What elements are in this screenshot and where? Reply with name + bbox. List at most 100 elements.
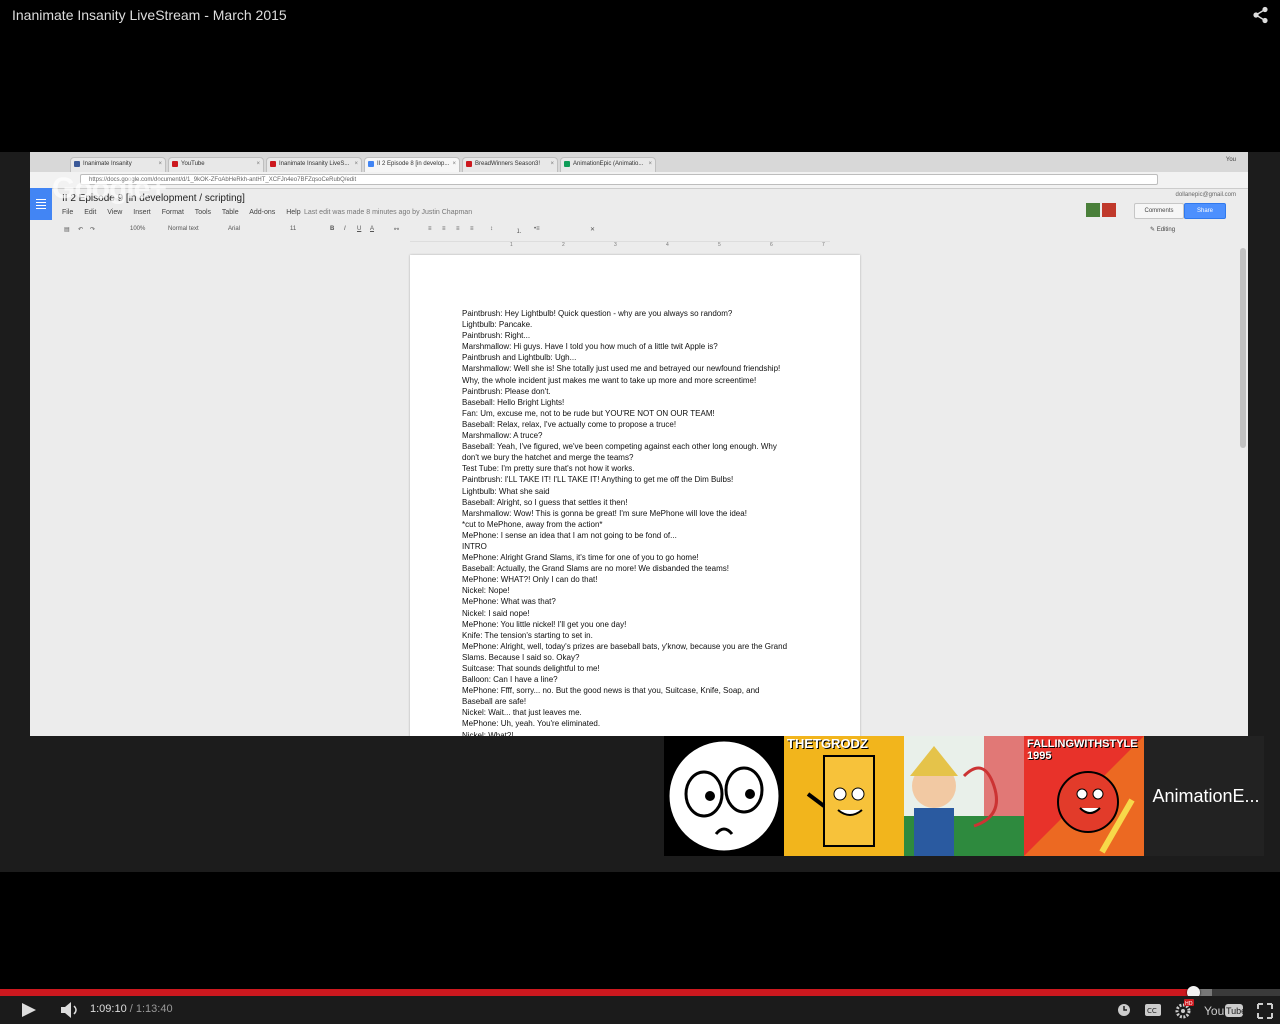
document-line[interactable]: Baseball: Hello Bright Lights! — [462, 397, 822, 408]
scrollbar[interactable] — [1240, 248, 1246, 448]
document-line[interactable]: Slams. Because I said so. Okay? — [462, 652, 822, 663]
document-line[interactable]: Paintbrush: Please don't. — [462, 386, 822, 397]
document-line[interactable]: MePhone: WHAT?! Only I can do that! — [462, 574, 822, 585]
watch-later-icon[interactable] — [1116, 996, 1132, 1024]
document-line[interactable]: Balloon: Can I have a line? — [462, 674, 822, 685]
document-line[interactable]: MePhone: Uh, yeah. You're eliminated. — [462, 718, 822, 729]
document-line[interactable]: Marshmallow: Hi guys. Have I told you ho… — [462, 341, 822, 352]
browser-tab[interactable]: AnimationEpic (Animatio... × — [560, 157, 656, 172]
document-line[interactable]: Lightbulb: Pancake. — [462, 319, 822, 330]
document-line[interactable]: Nickel: Wait... that just leaves me. — [462, 707, 822, 718]
account-email[interactable]: dollanepic@gmail.com — [1176, 192, 1236, 198]
ruler[interactable]: 1 2 3 4 5 6 7 — [410, 241, 830, 249]
share-icon[interactable] — [1252, 6, 1270, 24]
youtube-logo-icon[interactable]: You Tube — [1204, 996, 1244, 1024]
font-size-select[interactable]: 11 — [290, 226, 296, 232]
document-line[interactable]: Paintbrush: I'LL TAKE IT! I'LL TAKE IT! … — [462, 474, 822, 485]
align-center-icon[interactable]: ≡ — [442, 226, 446, 232]
browser-tab[interactable]: Inanimate Insanity × — [70, 157, 166, 172]
menu-tools[interactable]: Tools — [195, 209, 211, 216]
document-line[interactable]: Test Tube: I'm pretty sure that's not ho… — [462, 463, 822, 474]
editing-mode[interactable]: ✎ Editing — [1150, 226, 1175, 233]
browser-tab[interactable]: II 2 Episode 8 [in develop... × — [364, 157, 460, 172]
align-right-icon[interactable]: ≡ — [456, 226, 460, 232]
document-line[interactable]: MePhone: What was that? — [462, 596, 822, 607]
bold-icon[interactable]: B — [330, 226, 334, 232]
document-line[interactable]: MePhone: Alright Grand Slams, it's time … — [462, 552, 822, 563]
document-line[interactable]: Paintbrush: Hey Lightbulb! Quick questio… — [462, 308, 822, 319]
settings-gear-icon[interactable]: HD — [1174, 996, 1194, 1024]
last-edit-notice[interactable]: Last edit was made 8 minutes ago by Just… — [304, 209, 472, 216]
close-icon[interactable]: × — [354, 158, 358, 171]
participant-thumbnail[interactable] — [664, 736, 784, 856]
browser-tab[interactable]: YouTube × — [168, 157, 264, 172]
volume-icon[interactable] — [58, 996, 82, 1024]
style-select[interactable]: Normal text — [168, 226, 199, 232]
share-button[interactable]: Share — [1184, 203, 1226, 219]
document-line[interactable]: Baseball: Actually, the Grand Slams are … — [462, 563, 822, 574]
captions-icon[interactable]: CC — [1144, 996, 1162, 1024]
address-bar[interactable]: https://docs.google.com/document/d/1_9kO… — [80, 174, 1158, 185]
close-icon[interactable]: × — [648, 158, 652, 171]
justify-icon[interactable]: ≡ — [470, 226, 474, 232]
document-line[interactable]: Marshmallow: A truce? — [462, 430, 822, 441]
bulleted-list-icon[interactable]: •≡ — [534, 226, 540, 232]
menu-table[interactable]: Table — [222, 209, 239, 216]
align-left-icon[interactable]: ≡ — [428, 226, 432, 232]
font-select[interactable]: Arial — [228, 226, 240, 232]
avatar[interactable] — [1086, 203, 1100, 217]
clear-format-icon[interactable]: ✕ — [590, 226, 595, 233]
fullscreen-icon[interactable] — [1256, 996, 1274, 1024]
zoom-select[interactable]: 100% — [130, 226, 145, 232]
menu-file[interactable]: File — [62, 209, 73, 216]
document-line[interactable]: INTRO — [462, 541, 822, 552]
document-line[interactable]: Baseball are safe! — [462, 696, 822, 707]
document-line[interactable]: Knife: The tension's starting to set in. — [462, 630, 822, 641]
italic-icon[interactable]: I — [344, 226, 346, 232]
participant-thumbnail[interactable]: THETGRODZ — [784, 736, 904, 856]
document-line[interactable]: Paintbrush and Lightbulb: Ugh... — [462, 352, 822, 363]
document-line[interactable]: Fan: Um, excuse me, not to be rude but Y… — [462, 408, 822, 419]
browser-tab[interactable]: BreadWinners Season3! × — [462, 157, 558, 172]
document-line[interactable]: MePhone: You little nickel! I'll get you… — [462, 619, 822, 630]
menu-format[interactable]: Format — [162, 209, 184, 216]
document-line[interactable]: Lightbulb: What she said — [462, 486, 822, 497]
document-line[interactable]: Paintbrush: Right... — [462, 330, 822, 341]
document-line[interactable]: Baseball: Alright, so I guess that settl… — [462, 497, 822, 508]
menu-view[interactable]: View — [107, 209, 122, 216]
comments-button[interactable]: Comments — [1134, 203, 1184, 219]
document-line[interactable]: Marshmallow: Well she is! She totally ju… — [462, 363, 822, 374]
profile-label[interactable]: You — [1226, 157, 1236, 163]
close-icon[interactable]: × — [550, 158, 554, 171]
video-title[interactable]: Inanimate Insanity LiveStream - March 20… — [12, 7, 287, 23]
document-line[interactable]: MePhone: Alright, well, today's prizes a… — [462, 641, 822, 652]
menu-edit[interactable]: Edit — [84, 209, 96, 216]
participant-thumbnail[interactable] — [904, 736, 1024, 856]
play-icon[interactable] — [18, 996, 40, 1024]
document-line[interactable]: Marshmallow: Wow! This is gonna be great… — [462, 508, 822, 519]
text-color-icon[interactable]: A — [370, 226, 374, 232]
document-body[interactable]: Paintbrush: Hey Lightbulb! Quick questio… — [462, 308, 822, 736]
document-line[interactable]: Nickel: I said nope! — [462, 608, 822, 619]
progress-bar[interactable] — [0, 986, 1280, 999]
document-page[interactable]: Paintbrush: Hey Lightbulb! Quick questio… — [410, 255, 860, 736]
link-icon[interactable]: ⚯ — [394, 226, 399, 233]
browser-tab[interactable]: Inanimate Insanity LiveS... × — [266, 157, 362, 172]
document-line[interactable]: *cut to MePhone, away from the action* — [462, 519, 822, 530]
document-line[interactable]: Suitcase: That sounds delightful to me! — [462, 663, 822, 674]
document-line[interactable]: don't we bury the hatchet and merge the … — [462, 452, 822, 463]
redo-icon[interactable]: ↷ — [90, 226, 95, 233]
print-icon[interactable]: ▤ — [64, 226, 70, 233]
document-line[interactable]: Baseball: Yeah, I've figured, we've been… — [462, 441, 822, 452]
numbered-list-icon[interactable]: ⒈ — [516, 226, 522, 235]
document-line[interactable]: MePhone: I sense an idea that I am not g… — [462, 530, 822, 541]
close-icon[interactable]: × — [256, 158, 260, 171]
close-icon[interactable]: × — [158, 158, 162, 171]
participant-overflow-label[interactable]: AnimationE... — [1148, 736, 1264, 856]
underline-icon[interactable]: U — [357, 226, 361, 232]
menu-help[interactable]: Help — [286, 209, 300, 216]
document-line[interactable]: MePhone: Ffff, sorry... no. But the good… — [462, 685, 822, 696]
document-line[interactable]: Why, the whole incident just makes me wa… — [462, 375, 822, 386]
line-spacing-icon[interactable]: ↕ — [490, 226, 493, 232]
menu-addons[interactable]: Add-ons — [249, 209, 275, 216]
